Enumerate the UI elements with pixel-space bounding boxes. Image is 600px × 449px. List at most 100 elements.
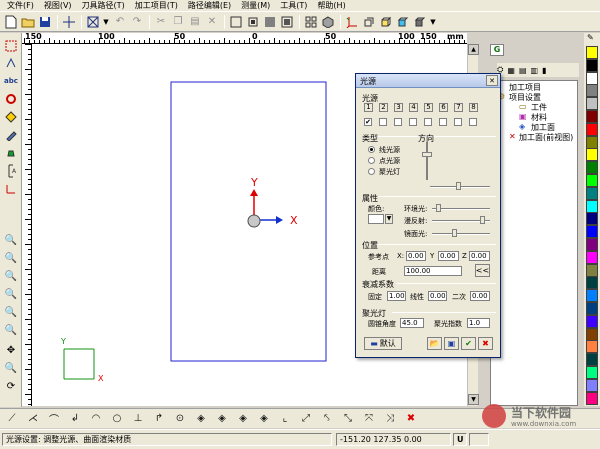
line-icon[interactable]: ⟋	[4, 411, 20, 427]
color-swatch[interactable]	[586, 46, 598, 59]
arc-down-icon[interactable]: ↲	[67, 411, 83, 427]
light-number-button[interactable]: 5	[424, 103, 433, 112]
radio-line-light[interactable]	[368, 146, 375, 153]
light-enable-checkbox[interactable]	[379, 118, 387, 126]
cube-wire-icon[interactable]	[361, 14, 377, 30]
color-swatch[interactable]	[586, 340, 598, 354]
delete-path-icon[interactable]: ✖	[403, 411, 419, 427]
save-icon[interactable]	[37, 14, 53, 30]
fixed-input[interactable]: 1.00	[387, 291, 406, 301]
paste-icon[interactable]: ▤	[187, 14, 203, 30]
text-tool-icon[interactable]: abc	[3, 73, 19, 88]
menu-path-edit[interactable]: 路径编辑(E)	[183, 0, 236, 11]
tool-path2-icon[interactable]: ⤣	[319, 411, 335, 427]
default-button[interactable]: ▬ 默认	[364, 337, 402, 350]
menu-measure[interactable]: 测量(M)	[236, 0, 275, 11]
light-enable-checkbox[interactable]	[424, 118, 432, 126]
color-swatch[interactable]	[586, 148, 598, 162]
open-icon[interactable]	[20, 14, 36, 30]
pencil-icon[interactable]	[3, 127, 19, 142]
color-swatch[interactable]	[586, 161, 598, 175]
color-swatch[interactable]	[586, 302, 598, 315]
zoom-b-icon[interactable]: 🔍	[3, 251, 19, 266]
color-swatch[interactable]	[586, 366, 598, 379]
pan-icon[interactable]: ✥	[3, 343, 19, 358]
color-swatch[interactable]	[586, 353, 598, 367]
brush-icon[interactable]: ✎	[587, 33, 594, 42]
menu-file[interactable]: 文件(F)	[2, 0, 39, 11]
light-number-button[interactable]: 2	[379, 103, 388, 112]
tool-path-icon[interactable]: ⤢	[298, 411, 314, 427]
redo-icon[interactable]: ↷	[129, 14, 145, 30]
zoom-in-icon[interactable]	[245, 14, 261, 30]
view-iso-icon[interactable]	[320, 14, 336, 30]
menu-project[interactable]: 加工项目(T)	[130, 0, 183, 11]
cut-icon[interactable]: ✂	[153, 14, 169, 30]
grid-diamond-icon[interactable]: ◈	[193, 411, 209, 427]
color-swatch[interactable]	[586, 58, 598, 72]
cube-front-icon[interactable]	[378, 14, 394, 30]
measure-bottom-icon[interactable]: ⌞	[277, 411, 293, 427]
color-swatch[interactable]	[586, 199, 598, 213]
diamond-icon[interactable]	[3, 109, 19, 124]
arc-left-icon[interactable]: ⌒	[46, 411, 62, 427]
light-enable-checkbox[interactable]	[439, 118, 447, 126]
color-swatch[interactable]	[586, 110, 598, 123]
cancel-button[interactable]: ✖	[478, 337, 493, 350]
cube-render-icon[interactable]	[412, 14, 428, 30]
quadratic-input[interactable]: 0.00	[470, 291, 490, 301]
light-number-button[interactable]: 7	[454, 103, 463, 112]
zoom-d-icon[interactable]: 🔍	[3, 287, 19, 302]
spot-exp-input[interactable]: 1.0	[467, 318, 490, 328]
grid-diamond3-icon[interactable]: ◈	[235, 411, 251, 427]
color-swatch[interactable]	[586, 71, 598, 85]
light-number-button[interactable]: 4	[409, 103, 418, 112]
color-swatch[interactable]	[586, 135, 598, 149]
color-swatch[interactable]	[586, 238, 598, 251]
color-swatch[interactable]	[586, 212, 598, 226]
save-button[interactable]: ▣	[444, 337, 459, 350]
rotate-icon[interactable]: ⟳	[3, 379, 19, 394]
light-number-button[interactable]: 6	[439, 103, 448, 112]
color-swatch[interactable]	[586, 84, 598, 98]
select-dropdown-icon[interactable]: ▼	[102, 14, 110, 30]
shift-button[interactable]: <<	[475, 264, 490, 277]
color-swatch[interactable]	[586, 97, 598, 111]
color-swatch[interactable]	[586, 314, 598, 328]
ambient-slider-thumb[interactable]	[436, 204, 441, 212]
color-swatch[interactable]	[586, 327, 598, 341]
color-swatch[interactable]	[586, 276, 598, 290]
bell-icon[interactable]	[3, 145, 19, 160]
light-enable-checkbox[interactable]	[469, 118, 477, 126]
circle-arc-icon[interactable]: ◠	[88, 411, 104, 427]
polyline-icon[interactable]: ⋌	[25, 411, 41, 427]
color-swatch[interactable]	[586, 250, 598, 264]
distance-input[interactable]: 100.00	[404, 266, 462, 276]
zoom-all-icon[interactable]	[262, 14, 278, 30]
linear-input[interactable]: 0.00	[428, 291, 447, 301]
direction-h-slider-thumb[interactable]	[456, 182, 461, 190]
x-input[interactable]: 0.00	[406, 251, 426, 261]
y-input[interactable]: 0.00	[438, 251, 459, 261]
path-multi2-icon[interactable]: ⤨	[382, 411, 398, 427]
tree-item-front[interactable]: 加工面(前视图)	[519, 132, 573, 143]
color-swatch[interactable]	[586, 225, 598, 239]
menu-tools[interactable]: 工具(T)	[275, 0, 312, 11]
open-button[interactable]: 📂	[427, 337, 442, 350]
light-number-button[interactable]: 1	[364, 103, 373, 112]
cone-input[interactable]: 45.0	[400, 318, 424, 328]
zoom-e-icon[interactable]: 🔍	[3, 305, 19, 320]
tree-tool-icon[interactable]: ▤	[519, 66, 527, 75]
light-enable-checkbox[interactable]: ✔	[364, 118, 372, 126]
light-enable-checkbox[interactable]	[409, 118, 417, 126]
point-icon[interactable]: ⊙	[172, 411, 188, 427]
ring-icon[interactable]	[3, 91, 19, 106]
undo-icon[interactable]: ↶	[112, 14, 128, 30]
menu-view[interactable]: 视图(V)	[39, 0, 77, 11]
node-edit-icon[interactable]	[3, 55, 19, 70]
cube-shaded-icon[interactable]	[395, 14, 411, 30]
color-dropdown-icon[interactable]: ▼	[385, 214, 393, 224]
radio-spot-light[interactable]	[368, 168, 375, 175]
view-3d-icon[interactable]	[303, 14, 319, 30]
color-swatch[interactable]	[586, 122, 598, 136]
